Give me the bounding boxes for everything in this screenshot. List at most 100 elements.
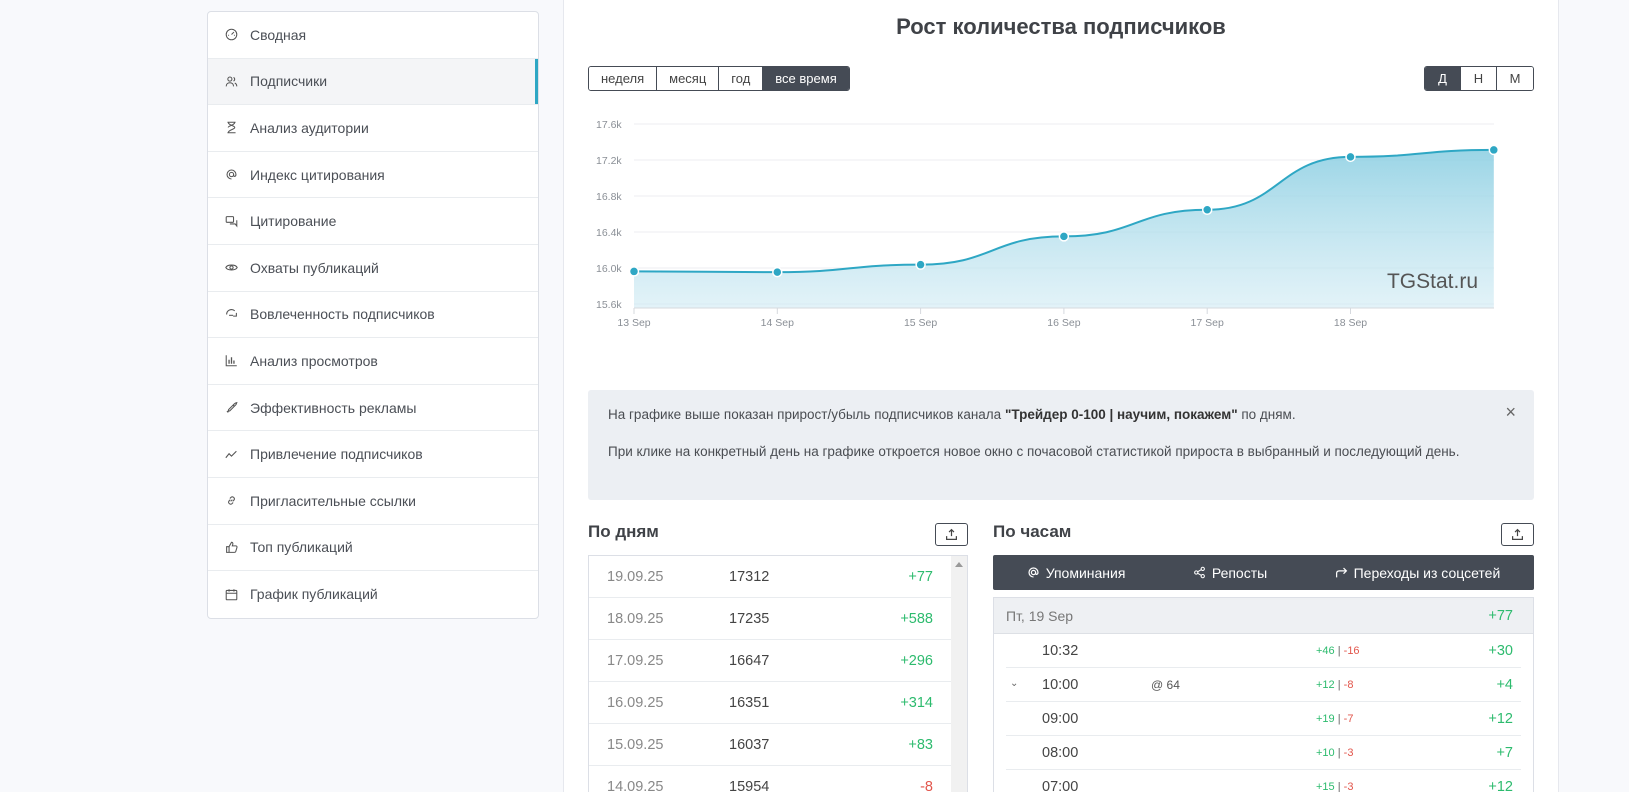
- page: Сводная Подписчики Анализ аудитории Индекс …: [0, 0, 1629, 792]
- data-point[interactable]: [1201, 204, 1213, 216]
- table-row[interactable]: 14.09.25 15954 -8: [589, 766, 951, 792]
- info-line-1: На графике выше показан прирост/убыль по…: [608, 404, 1514, 425]
- sidebar-item-rocket[interactable]: Эффективность рекламы: [208, 385, 538, 432]
- x-tick-label: 14 Sep: [761, 317, 794, 329]
- subscribers-chart[interactable]: 15.6k 16.0k 16.4k 16.8k 17.2k 17.6k 13 Sep 14 S…: [588, 112, 1534, 352]
- granularity-button-2[interactable]: М: [1497, 67, 1533, 90]
- by-hours-title: По часам: [993, 522, 1072, 541]
- sidebar-item-label: Охваты публикаций: [250, 259, 379, 276]
- sidebar-item-users[interactable]: Подписчики: [208, 58, 538, 106]
- left-count: -8: [1343, 678, 1354, 691]
- engagement-icon: [224, 307, 238, 321]
- sidebar-item-bar-chart[interactable]: Анализ просмотров: [208, 338, 538, 385]
- by-days-title: По дням: [588, 522, 659, 541]
- rocket-icon: [224, 401, 238, 415]
- table-row[interactable]: 15.09.25 16037 +83: [589, 724, 951, 766]
- row-date: 17.09.25: [607, 652, 664, 669]
- hour-row[interactable]: 07:00 +15 | -3 +12: [1006, 770, 1521, 792]
- left-count: -7: [1343, 712, 1354, 725]
- y-tick-label: 17.6k: [596, 119, 622, 131]
- period-button-3[interactable]: все время: [763, 67, 849, 90]
- calendar-icon: [224, 587, 238, 601]
- data-point[interactable]: [1488, 144, 1500, 156]
- sidebar-item-label: Эффективность рекламы: [250, 399, 417, 416]
- export-days-button[interactable]: [935, 523, 968, 546]
- data-point[interactable]: [915, 259, 926, 270]
- y-tick-label: 17.2k: [596, 155, 622, 167]
- info-text: На графике выше показан прирост/убыль по…: [608, 407, 1005, 422]
- hours-tab-2[interactable]: Переходы из соцсетей: [1335, 565, 1500, 581]
- sidebar-item-label: Анализ просмотров: [250, 352, 378, 369]
- hours-table: Пт, 19 Sep +77 10:32 +46 | -16 +30 ⌄ 10:00 @ …: [993, 597, 1534, 792]
- row-date: 14.09.25: [607, 778, 664, 792]
- joined-count: +15: [1316, 780, 1335, 792]
- table-row[interactable]: 19.09.25 17312 +77: [589, 556, 951, 598]
- sidebar-item-calendar[interactable]: График публикаций: [208, 571, 538, 618]
- period-button-0[interactable]: неделя: [589, 67, 658, 90]
- area-fill: [634, 149, 1494, 308]
- scroll-up-icon[interactable]: [955, 562, 963, 567]
- sidebar-item-hourglass[interactable]: Анализ аудитории: [208, 105, 538, 152]
- sidebar-item-label: Вовлеченность подписчиков: [250, 306, 435, 323]
- table-row[interactable]: 18.09.25 17235 +588: [589, 598, 951, 640]
- days-table: 19.09.25 17312 +77 18.09.25 17235 +588 17.09.2…: [588, 555, 968, 792]
- hour-delta: +12: [1488, 778, 1513, 792]
- period-button-2[interactable]: год: [719, 67, 764, 90]
- sidebar-item-trend[interactable]: Привлечение подписчиков: [208, 431, 538, 478]
- dashboard-icon: [224, 28, 238, 42]
- sidebar-item-label: Топ публикаций: [250, 539, 353, 556]
- row-date: 15.09.25: [607, 736, 664, 753]
- y-tick-label: 16.4k: [596, 227, 622, 239]
- sidebar-item-link[interactable]: Пригласительные ссылки: [208, 478, 538, 525]
- data-point[interactable]: [628, 266, 640, 277]
- in-out: +19 | -7: [1316, 713, 1353, 725]
- close-icon[interactable]: ×: [1505, 402, 1516, 423]
- hour-row[interactable]: 10:32 +46 | -16 +30: [1006, 634, 1521, 668]
- page-title: Рост количества подписчиков: [896, 14, 1226, 39]
- chevron-down-icon[interactable]: ⌄: [1010, 678, 1022, 689]
- row-delta: +77: [908, 568, 933, 585]
- in-out: +10 | -3: [1316, 747, 1353, 759]
- granularity-button-0[interactable]: Д: [1425, 67, 1461, 90]
- sidebar-item-quote[interactable]: Цитирование: [208, 198, 538, 245]
- in-out: +12 | -8: [1316, 679, 1353, 691]
- sidebar-item-thumbs-up[interactable]: Топ публикаций: [208, 525, 538, 572]
- hour-row[interactable]: ⌄ 10:00 @ 64 +12 | -8 +4: [1006, 668, 1521, 702]
- scrollbar[interactable]: [951, 556, 967, 792]
- y-tick-label: 15.6k: [596, 299, 622, 311]
- hours-tab-1[interactable]: Репосты: [1193, 565, 1267, 581]
- row-date: 16.09.25: [607, 694, 664, 711]
- data-point[interactable]: [1345, 151, 1356, 163]
- data-point[interactable]: [772, 266, 783, 278]
- row-delta: +314: [900, 694, 933, 711]
- main-panel: Рост количества подписчиков неделя месяц г…: [563, 0, 1559, 792]
- row-value: 17312: [729, 568, 770, 585]
- sidebar-item-dashboard[interactable]: Сводная: [208, 12, 538, 59]
- export-hours-button[interactable]: [1501, 523, 1534, 546]
- share-icon: [1193, 566, 1205, 579]
- table-row[interactable]: 17.09.25 16647 +296: [589, 640, 951, 682]
- row-date: 18.09.25: [607, 610, 664, 627]
- sidebar-item-label: Подписчики: [250, 73, 328, 90]
- sidebar-item-at[interactable]: Индекс цитирования: [208, 152, 538, 199]
- hour-time: 09:00: [1042, 710, 1079, 727]
- sidebar-item-label: Цитирование: [250, 213, 337, 230]
- x-tick-label: 16 Sep: [1047, 317, 1080, 329]
- period-button-1[interactable]: месяц: [657, 67, 720, 90]
- left-count: -3: [1343, 746, 1354, 759]
- day-header[interactable]: Пт, 19 Sep +77: [994, 598, 1533, 634]
- separator: |: [1334, 780, 1344, 792]
- row-value: 16647: [729, 652, 770, 669]
- data-point[interactable]: [1058, 231, 1070, 242]
- row-delta: +588: [900, 610, 933, 627]
- hour-row[interactable]: 08:00 +10 | -3 +7: [1006, 736, 1521, 770]
- link-icon: [224, 494, 238, 508]
- sidebar-item-eye[interactable]: Охваты публикаций: [208, 245, 538, 292]
- hour-row[interactable]: 09:00 +19 | -7 +12: [1006, 702, 1521, 736]
- hours-tab-0[interactable]: Упоминания: [1027, 565, 1125, 581]
- granularity-button-1[interactable]: Н: [1461, 67, 1497, 90]
- row-value: 17235: [729, 610, 770, 627]
- hour-time: 10:00: [1042, 676, 1079, 693]
- table-row[interactable]: 16.09.25 16351 +314: [589, 682, 951, 724]
- sidebar-item-engagement[interactable]: Вовлеченность подписчиков: [208, 292, 538, 339]
